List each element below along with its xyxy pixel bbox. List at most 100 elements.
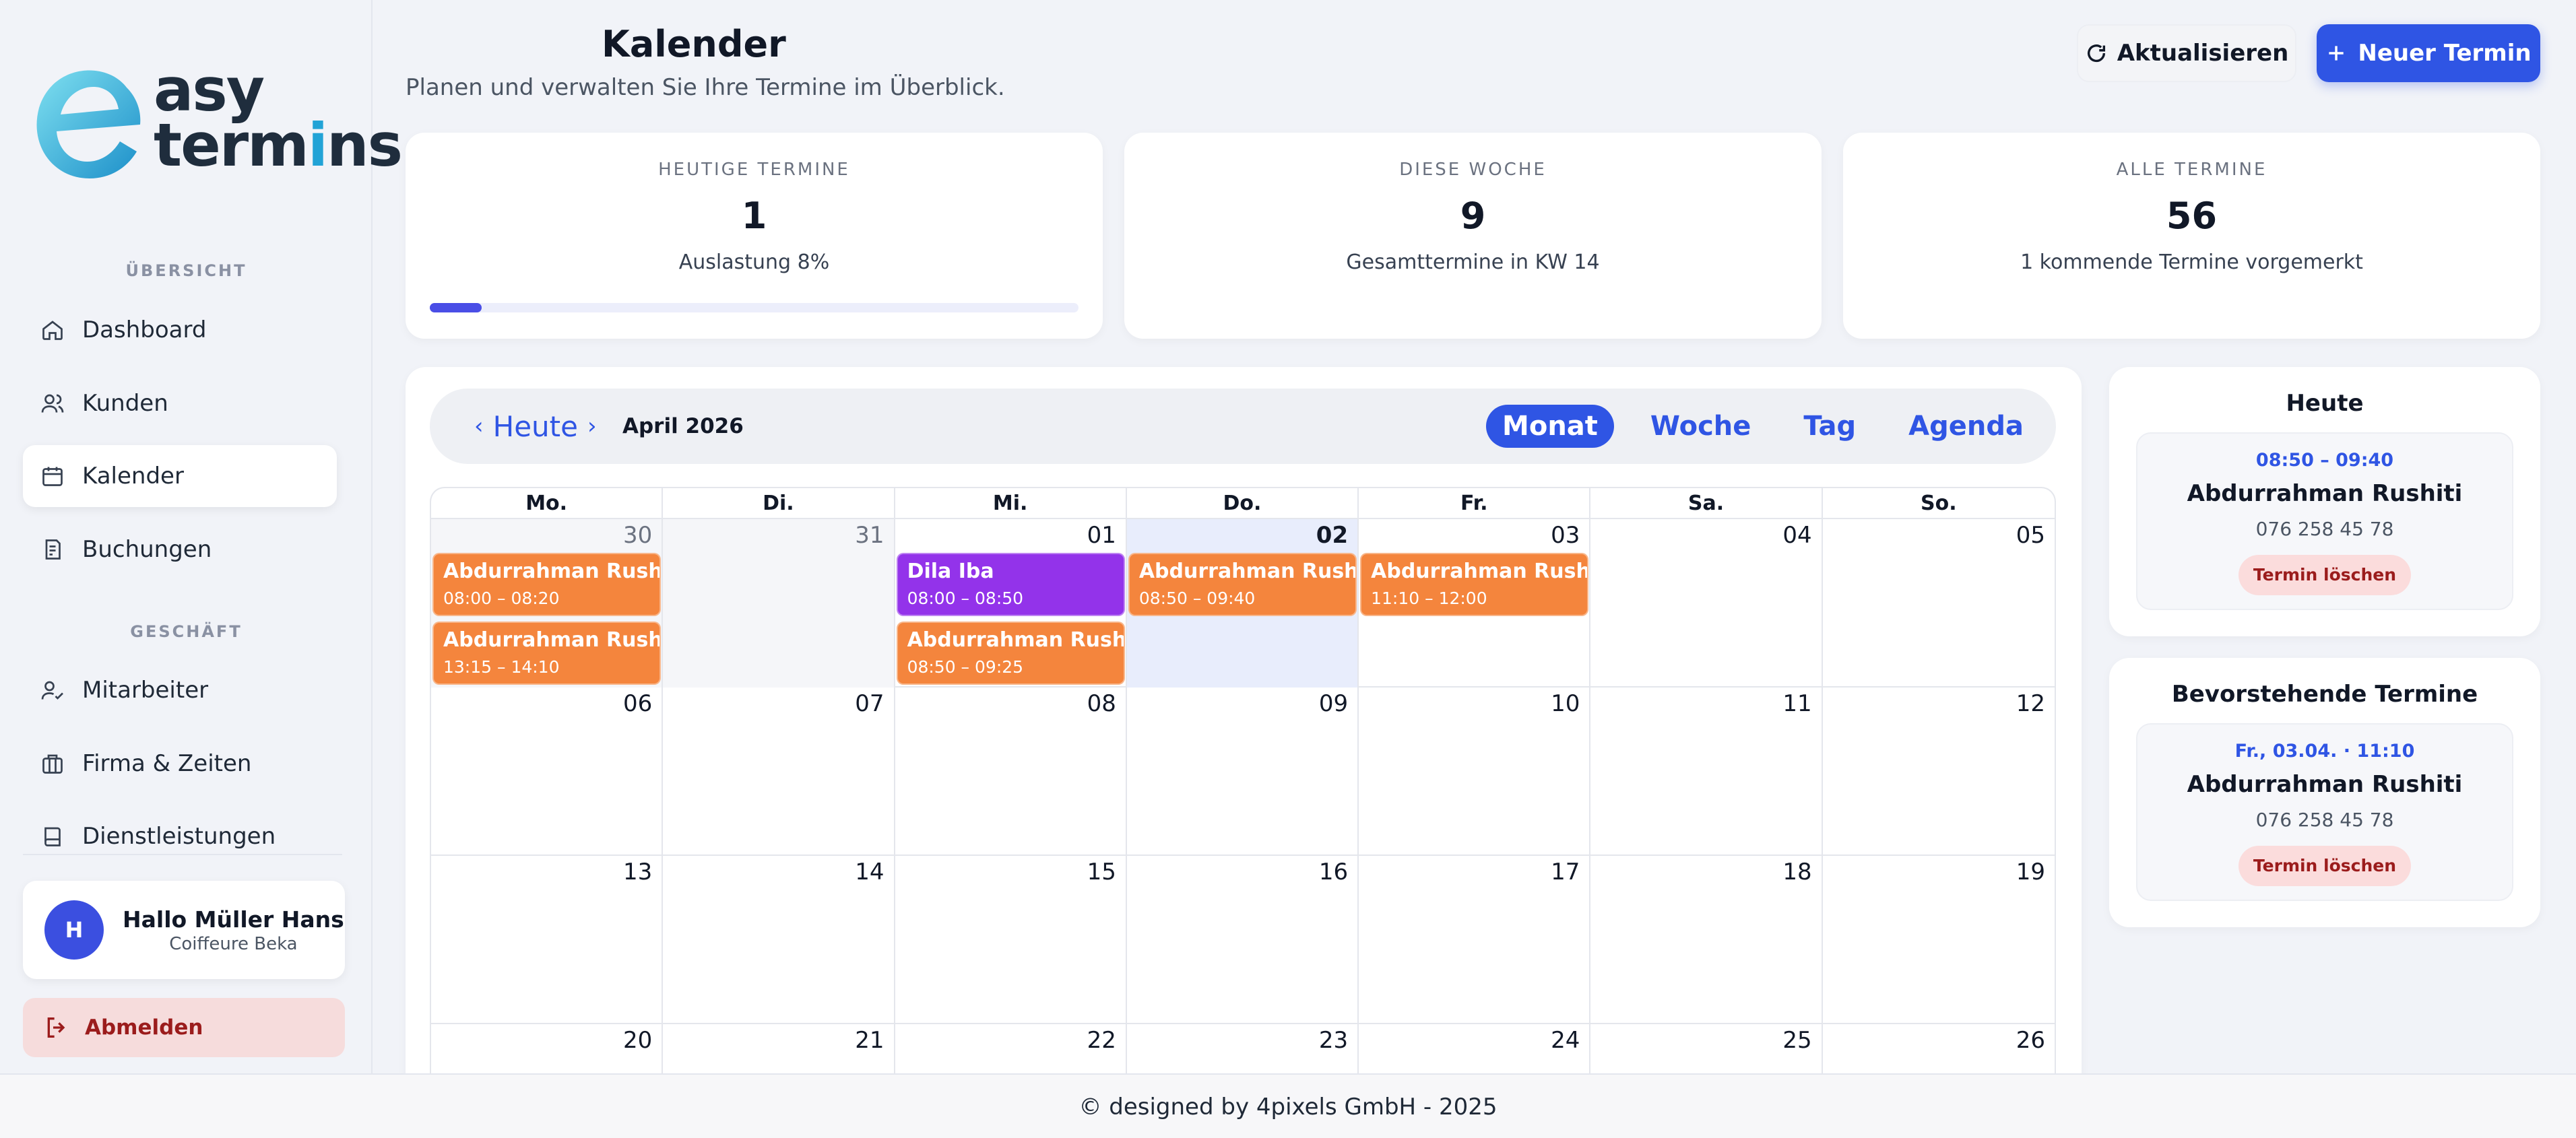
calendar-day[interactable]: 31: [663, 519, 895, 688]
day-number: 20: [623, 1027, 653, 1054]
logout-button[interactable]: Abmelden: [23, 998, 345, 1057]
calendar-event[interactable]: Abdurrahman Rushiti 08:00 – 08:20: [432, 553, 661, 616]
event-time: 13:15 – 14:10: [443, 657, 560, 677]
page-subtitle: Planen und verwalten Sie Ihre Termine im…: [406, 74, 1005, 101]
calendar-event[interactable]: Abdurrahman Rushiti 11:10 – 12:00: [1360, 553, 1589, 616]
stat-label: ALLE TERMINE: [2116, 160, 2267, 180]
appointment-name: Abdurrahman Rushiti: [2187, 480, 2463, 507]
today-button[interactable]: Heute: [493, 410, 578, 443]
calendar-day[interactable]: 09: [1127, 688, 1359, 856]
tab-monat[interactable]: Monat: [1486, 405, 1614, 448]
sidebar-item-label: Kunden: [82, 390, 168, 417]
weekday-label: So.: [1921, 492, 1957, 515]
upcoming-panel: Bevorstehende Termine Fr., 03.04. · 11:1…: [2109, 658, 2540, 927]
calendar-event[interactable]: Abdurrahman Rushiti 08:50 – 09:25: [896, 622, 1125, 685]
event-time: 08:50 – 09:40: [1138, 589, 1256, 608]
new-appointment-label: Neuer Termin: [2358, 40, 2532, 67]
user-check-icon: [40, 678, 65, 702]
sidebar-item-mitarbeiter[interactable]: Mitarbeiter: [23, 659, 337, 721]
day-number: 09: [1318, 690, 1349, 717]
delete-appointment-button[interactable]: Termin löschen: [2238, 846, 2412, 886]
delete-appointment-button[interactable]: Termin löschen: [2238, 555, 2412, 595]
footer: © designed by 4pixels GmbH - 2025: [0, 1073, 2576, 1138]
calendar-day[interactable]: 30 Abdurrahman Rushiti 08:00 – 08:20 Abd…: [431, 519, 664, 688]
next-month-button[interactable]: ›: [578, 413, 606, 440]
weekday-label: Fr.: [1359, 488, 1591, 518]
easytermins-logo[interactable]: asy termins: [26, 61, 403, 189]
calendar-day[interactable]: 19: [1823, 856, 2055, 1024]
event-title: Dila Iba: [907, 560, 994, 583]
calendar-event[interactable]: Dila Iba 08:00 – 08:50: [896, 553, 1125, 616]
stat-card-week: DIESE WOCHE 9 Gesamttermine in KW 14: [1124, 133, 1822, 339]
day-number: 22: [1087, 1027, 1116, 1054]
stat-value: 56: [2166, 195, 2218, 237]
calendar-day[interactable]: 11: [1590, 688, 1823, 856]
sidebar-item-label: Buchungen: [82, 536, 212, 563]
calendar-day[interactable]: 10: [1359, 688, 1591, 856]
day-number: 11: [1782, 690, 1812, 717]
day-number: 21: [855, 1027, 884, 1054]
calendar-day[interactable]: 16: [1127, 856, 1359, 1024]
calendar-day[interactable]: 08: [895, 688, 1127, 856]
logo-wordmark: asy termins: [154, 55, 403, 180]
prev-month-button[interactable]: ‹: [465, 413, 493, 440]
nav-section-business: GESCHÄFT: [130, 622, 243, 641]
sidebar-item-kunden[interactable]: Kunden: [23, 372, 337, 434]
calendar-week: 30 Abdurrahman Rushiti 08:00 – 08:20 Abd…: [431, 519, 2055, 688]
calendar-day-today[interactable]: 02 Abdurrahman Rushiti 08:50 – 09:40: [1126, 519, 1359, 688]
calendar-day[interactable]: 06: [431, 688, 664, 856]
tab-tag[interactable]: Tag: [1787, 405, 1872, 448]
refresh-button[interactable]: Aktualisieren: [2077, 24, 2296, 82]
day-number: 07: [855, 690, 884, 717]
calendar-day[interactable]: 14: [663, 856, 895, 1024]
calendar-day[interactable]: 17: [1359, 856, 1591, 1024]
weekday-label: Mi.: [895, 488, 1127, 518]
appointment-card[interactable]: 08:50 – 09:40 Abdurrahman Rushiti 076 25…: [2136, 432, 2513, 610]
weekday-header: Mo. Di. Mi. Do. Fr. Sa. So.: [431, 488, 2055, 519]
calendar-day[interactable]: 04: [1590, 519, 1823, 688]
book-icon: [40, 824, 65, 848]
stat-sub: Gesamttermine in KW 14: [1346, 250, 1600, 274]
stat-label: HEUTIGE TERMINE: [658, 160, 850, 180]
calendar-icon: [40, 464, 65, 488]
day-number: 17: [1551, 859, 1580, 885]
tab-agenda[interactable]: Agenda: [1892, 405, 2040, 448]
weekday-label: Do.: [1127, 488, 1359, 518]
calendar-event[interactable]: Abdurrahman Rushiti 13:15 – 14:10: [432, 622, 661, 685]
calendar-day[interactable]: 12: [1823, 688, 2055, 856]
calendar-day[interactable]: 01 Dila Iba 08:00 – 08:50 Abdurrahman Ru…: [895, 519, 1127, 688]
appointment-card[interactable]: Fr., 03.04. · 11:10 Abdurrahman Rushiti …: [2136, 723, 2513, 901]
day-number: 19: [2016, 859, 2045, 885]
day-number: 25: [1782, 1027, 1812, 1054]
home-icon: [40, 318, 65, 342]
day-number: 13: [623, 859, 653, 885]
logout-icon: [47, 1017, 65, 1038]
sidebar-item-firma-zeiten[interactable]: Firma & Zeiten: [23, 733, 337, 795]
event-title: Abdurrahman Rushiti: [443, 560, 659, 583]
calendar-day[interactable]: 05: [1823, 519, 2055, 688]
calendar-day[interactable]: 18: [1590, 856, 1823, 1024]
event-time: 08:50 – 09:25: [907, 657, 1024, 677]
tab-woche[interactable]: Woche: [1634, 405, 1768, 448]
calendar-day[interactable]: 15: [895, 856, 1127, 1024]
weekday-label: Mo.: [431, 488, 664, 518]
stat-value: 9: [1460, 195, 1486, 237]
month-grid: Mo. Di. Mi. Do. Fr. Sa. So. 30 Abdurrahm…: [430, 487, 2056, 1108]
sidebar-item-buchungen[interactable]: Buchungen: [23, 518, 337, 580]
sidebar-item-label: Kalender: [82, 463, 184, 490]
stat-label: DIESE WOCHE: [1399, 160, 1547, 180]
user-company: Coiffeure Beka: [169, 933, 298, 954]
event-title: Abdurrahman Rushiti: [1371, 560, 1587, 583]
event-time: 08:00 – 08:50: [907, 589, 1024, 608]
sidebar-item-dashboard[interactable]: Dashboard: [23, 299, 337, 361]
sidebar-item-kalender[interactable]: Kalender: [23, 445, 337, 507]
stat-value: 1: [741, 195, 767, 237]
calendar-day[interactable]: 03 Abdurrahman Rushiti 11:10 – 12:00: [1359, 519, 1591, 688]
calendar-day[interactable]: 13: [431, 856, 664, 1024]
new-appointment-button[interactable]: Neuer Termin: [2317, 24, 2540, 82]
calendar-day[interactable]: 07: [663, 688, 895, 856]
sidebar-item-dienstleistungen[interactable]: Dienstleistungen: [23, 805, 337, 867]
day-number: 06: [623, 690, 653, 717]
calendar-event[interactable]: Abdurrahman Rushiti 08:50 – 09:40: [1128, 553, 1357, 616]
month-label: April 2026: [622, 414, 744, 438]
